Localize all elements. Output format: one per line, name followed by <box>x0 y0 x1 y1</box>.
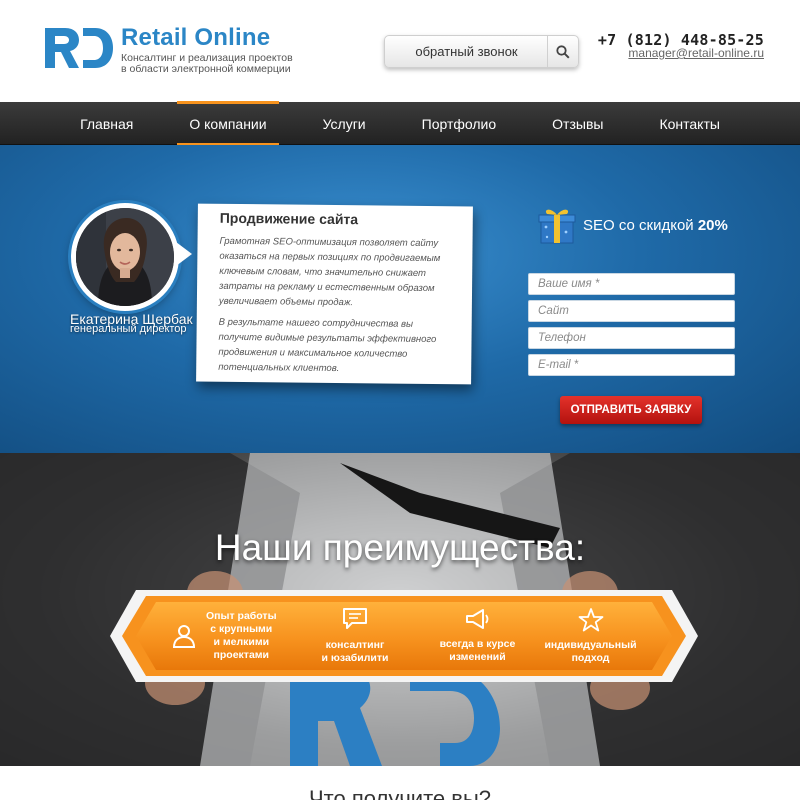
logo-mark-icon <box>45 28 113 68</box>
promo-label: SEO со скидкой <box>583 217 698 234</box>
advantage-consulting-label: консалтинг и юзабилити <box>322 639 389 665</box>
advantage-updates-line-1: всегда в курсе <box>439 638 516 650</box>
nav-item-contacts[interactable]: Контакты <box>659 102 719 145</box>
logo[interactable]: Retail Online Консалтинг и реализация пр… <box>43 24 303 75</box>
site-input[interactable] <box>528 300 735 322</box>
main-nav: Главная О компании Услуги Портфолио Отзы… <box>0 101 800 146</box>
phone-input[interactable] <box>528 327 735 349</box>
submit-request-button[interactable]: ОТПРАВИТЬ ЗАЯВКУ <box>560 396 702 424</box>
promo-discount: 20% <box>697 217 728 234</box>
promo-text: SEO со скидкой 20% <box>583 217 728 234</box>
brand-subtitle: Консалтинг и реализация проектов в облас… <box>121 53 293 75</box>
megaphone-icon <box>465 609 488 629</box>
star-icon <box>578 608 603 632</box>
advantages-section: Наши преимущества: Опыт работы с крупным… <box>0 453 800 766</box>
person-role: генеральный директор <box>70 323 187 335</box>
advantage-experience: Опыт работы с крупными и мелкими проекта… <box>170 590 285 682</box>
advantage-updates-line-2: изменений <box>449 651 506 663</box>
nav-item-portfolio[interactable]: Портфолио <box>422 102 497 145</box>
nav-item-reviews[interactable]: Отзывы <box>552 102 603 145</box>
card-paragraph-2: В результате нашего сотрудничества вы по… <box>218 316 437 375</box>
promo-card: Продвижение сайта Грамотная SEO-оптимиза… <box>196 203 473 385</box>
advantage-individual-label: индивидуальный подход <box>544 639 636 665</box>
card-paragraph-1: Грамотная SEO-оптимизация позволяет сайт… <box>218 235 441 309</box>
avatar <box>71 203 179 311</box>
search-button[interactable] <box>547 36 578 67</box>
nav-item-home[interactable]: Главная <box>80 102 133 145</box>
name-input[interactable] <box>528 273 735 295</box>
callback-box: обратный звонок <box>384 35 579 68</box>
advantage-individual-line-1: индивидуальный <box>544 639 637 651</box>
user-icon <box>172 625 196 648</box>
advantage-individual-line-2: подход <box>571 652 610 664</box>
seo-discount-banner: SEO со скидкой 20% <box>537 205 737 245</box>
advantage-consulting-line-2: и юзабилити <box>321 652 389 664</box>
email-link[interactable]: manager@retail-online.ru <box>628 46 764 60</box>
advantage-individual: индивидуальный подход <box>533 590 648 682</box>
advantage-experience-line-2: с крупными <box>210 623 273 635</box>
email-input[interactable] <box>528 354 735 376</box>
advantage-consulting-line-1: консалтинг <box>325 639 385 651</box>
advantages-ribbon: Опыт работы с крупными и мелкими проекта… <box>110 590 698 682</box>
chat-icon <box>343 608 367 629</box>
brand-subtitle-line-2: в области электронной коммерции <box>121 63 291 75</box>
advantage-experience-line-3: и мелкими <box>213 636 270 648</box>
callback-button[interactable]: обратный звонок <box>385 36 548 67</box>
next-section-heading: Что получите вы? <box>308 786 491 800</box>
card-title: Продвижение сайта <box>219 209 359 228</box>
site-header: Retail Online Консалтинг и реализация пр… <box>0 0 800 102</box>
advantage-updates-label: всегда в курсе изменений <box>440 638 516 664</box>
advantage-consulting: консалтинг и юзабилити <box>305 590 405 682</box>
advantages-title: Наши преимущества: <box>214 527 586 568</box>
advantage-experience-label: Опыт работы с крупными и мелкими проекта… <box>206 610 277 662</box>
speech-tail <box>176 242 192 266</box>
nav-item-about[interactable]: О компании <box>177 101 279 146</box>
search-icon <box>556 44 570 59</box>
advantage-experience-line-1: Опыт работы <box>206 610 277 622</box>
brand-title: Retail Online <box>121 24 271 51</box>
advantage-updates: всегда в курсе изменений <box>420 590 535 682</box>
person-photo <box>76 208 174 306</box>
hero-section: Екатерина Щербак генеральный директор Пр… <box>0 145 800 453</box>
advantage-experience-line-4: проектами <box>213 649 269 661</box>
nav-item-services[interactable]: Услуги <box>323 102 366 145</box>
gift-icon <box>538 209 576 244</box>
